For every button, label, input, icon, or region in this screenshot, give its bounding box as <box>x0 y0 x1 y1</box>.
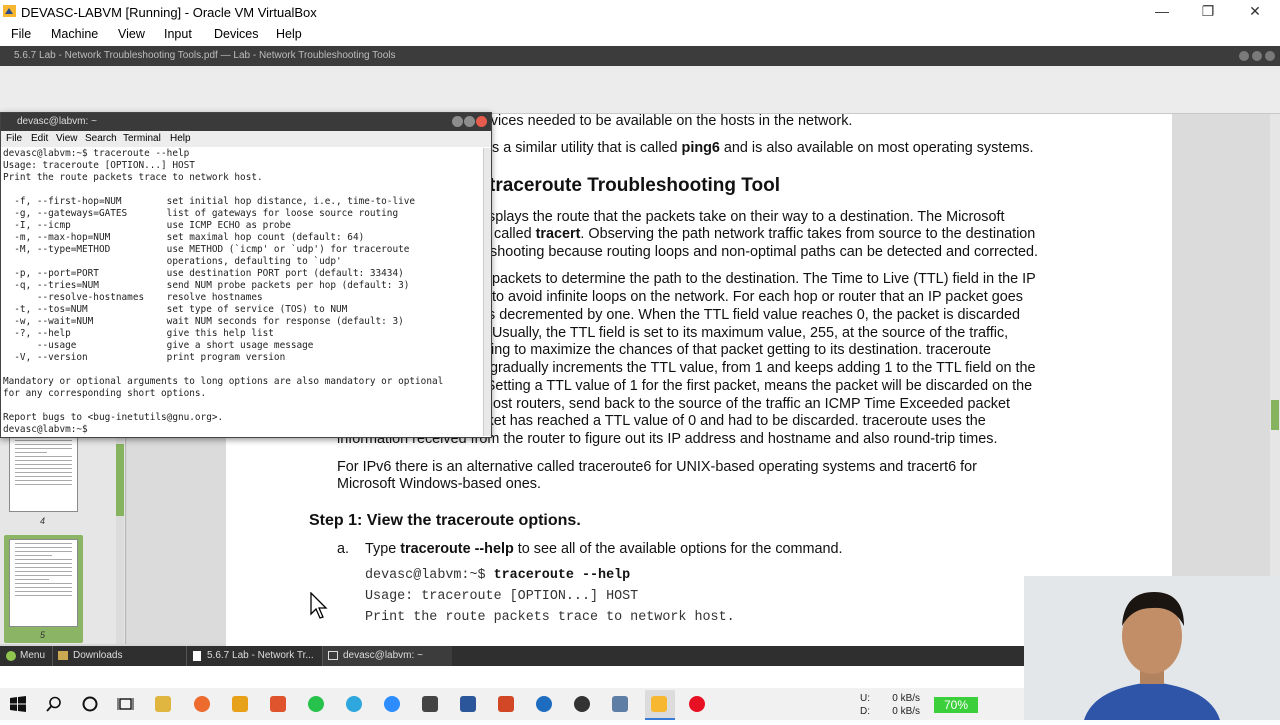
doc-line: to avoid infinite loops on the network. … <box>492 289 1023 305</box>
terminal-scrollbar[interactable] <box>483 148 491 436</box>
task-label: Downloads <box>73 650 123 661</box>
virtualbox-icon <box>3 5 16 17</box>
terminal-maximize-button[interactable] <box>464 116 475 127</box>
minimize-button[interactable]: — <box>1139 0 1185 24</box>
terminal-window[interactable]: devasc@labvm: ~ File Edit View Search Te… <box>0 112 492 438</box>
pdf-window-title: 5.6.7 Lab - Network Troubleshooting Tool… <box>14 50 396 61</box>
menu-view[interactable]: View <box>118 27 145 41</box>
zoom-icon[interactable] <box>384 696 400 712</box>
thumb-label-4: 4 <box>40 516 46 526</box>
battery-indicator[interactable]: 70% <box>934 697 978 713</box>
virtualbox-icon[interactable] <box>651 696 667 712</box>
network-speed-widget: U: 0 kB/s D: 0 kB/s <box>860 693 921 717</box>
task-downloads[interactable]: Downloads <box>52 646 182 666</box>
download-speed: 0 kB/s <box>892 706 921 717</box>
sublime-text-icon[interactable] <box>232 696 248 712</box>
media-player-icon[interactable] <box>574 696 590 712</box>
whatsapp-icon[interactable] <box>308 696 324 712</box>
menu-file[interactable]: File <box>11 27 31 41</box>
firefox-icon[interactable] <box>194 696 210 712</box>
pdf-close-button[interactable] <box>1265 51 1275 61</box>
presenter-webcam-image <box>1024 576 1280 720</box>
terminal-titlebar: devasc@labvm: ~ <box>1 113 491 131</box>
list-marker: a. <box>337 541 350 557</box>
terminal-menu-terminal[interactable]: Terminal <box>123 133 161 144</box>
task-label: devasc@labvm: ~ <box>343 650 423 661</box>
window-title: DEVASC-LABVM [Running] - Oracle VM Virtu… <box>21 5 317 20</box>
mouse-cursor-icon <box>310 592 328 619</box>
search-icon[interactable] <box>46 696 62 712</box>
doc-line: s decremented by one. When the TTL field… <box>488 307 1020 323</box>
pdf-minimize-button[interactable] <box>1239 51 1249 61</box>
terminal-menu-search[interactable]: Search <box>85 133 117 144</box>
mint-menu-button[interactable]: Menu <box>20 650 45 661</box>
thumb-label-5: 5 <box>40 630 46 640</box>
task-terminal[interactable]: devasc@labvm: ~ <box>322 646 452 666</box>
menu-devices[interactable]: Devices <box>214 27 258 41</box>
menu-machine[interactable]: Machine <box>51 27 98 41</box>
doc-line: Usually, the TTL field is set to its max… <box>492 325 1009 341</box>
powerpoint-icon[interactable] <box>498 696 514 712</box>
doc-line: ing to maximize the chances of that pack… <box>491 342 991 358</box>
virtualbox-titlebar: DEVASC-LABVM [Running] - Oracle VM Virtu… <box>0 0 1280 24</box>
code-line: Print the route packets trace to network… <box>365 610 735 625</box>
doc-line: Type traceroute --help to see all of the… <box>365 541 843 557</box>
terminal-minimize-button[interactable] <box>452 116 463 127</box>
doc-line: ts a similar utility that is called ping… <box>488 140 1034 156</box>
close-button[interactable]: ✕ <box>1232 0 1278 24</box>
virtualbox-menubar: File Machine View Input Devices Help <box>0 24 1280 46</box>
app-icon[interactable] <box>270 696 286 712</box>
restore-button[interactable]: ❐ <box>1185 0 1231 24</box>
terminal-output[interactable]: devasc@labvm:~$ traceroute --help Usage:… <box>3 148 443 436</box>
app-icon[interactable] <box>422 696 438 712</box>
code-line: Usage: traceroute [OPTION...] HOST <box>365 589 639 604</box>
document-icon <box>193 651 201 661</box>
terminal-menu-edit[interactable]: Edit <box>31 133 48 144</box>
windows-start-icon[interactable] <box>10 696 26 712</box>
task-pdf-viewer[interactable]: 5.6.7 Lab - Network Tr... <box>186 646 318 666</box>
terminal-menu-help[interactable]: Help <box>170 133 191 144</box>
doc-line: shooting because routing loops and non-o… <box>490 244 1039 260</box>
terminal-icon <box>328 651 338 660</box>
pdf-maximize-button[interactable] <box>1252 51 1262 61</box>
upload-speed: 0 kB/s <box>892 693 921 704</box>
pdf-viewer-titlebar: 5.6.7 Lab - Network Troubleshooting Tool… <box>0 46 1280 66</box>
menu-input[interactable]: Input <box>164 27 192 41</box>
terminal-close-button[interactable] <box>476 116 487 127</box>
document-scrollbar[interactable] <box>1270 114 1280 644</box>
terminal-menu-file[interactable]: File <box>6 133 22 144</box>
code-line: devasc@labvm:~$ traceroute --help <box>365 568 631 583</box>
edge-icon[interactable] <box>536 696 552 712</box>
doc-line: splays the route that the packets take o… <box>488 209 1005 225</box>
task-view-icon[interactable] <box>117 696 134 712</box>
terminal-menu-view[interactable]: View <box>56 133 78 144</box>
doc-line: rvices needed to be available on the hos… <box>486 113 853 129</box>
recording-icon[interactable] <box>689 696 705 712</box>
doc-line: gradually increments the TTL value, from… <box>490 360 1036 376</box>
network-app-icon[interactable] <box>612 696 628 712</box>
doc-line: For IPv6 there is an alternative called … <box>337 459 977 475</box>
cortana-icon[interactable] <box>82 696 98 712</box>
file-explorer-icon[interactable] <box>155 696 171 712</box>
doc-line: Microsoft Windows-based ones. <box>337 476 541 492</box>
webcam-overlay <box>1024 576 1280 720</box>
telegram-icon[interactable] <box>346 696 362 712</box>
pdf-toolbar <box>0 66 1280 114</box>
terminal-title: devasc@labvm: ~ <box>17 116 97 127</box>
step-heading: Step 1: View the traceroute options. <box>309 512 581 529</box>
section-heading: traceroute Troubleshooting Tool <box>489 175 780 196</box>
task-label: 5.6.7 Lab - Network Tr... <box>207 650 314 661</box>
word-icon[interactable] <box>460 696 476 712</box>
guest-screen: 5.6.7 Lab - Network Troubleshooting Tool… <box>0 46 1280 646</box>
menu-help[interactable]: Help <box>276 27 302 41</box>
page-thumbnail-5[interactable] <box>9 539 78 627</box>
doc-line: packets to determine the path to the des… <box>492 271 1036 287</box>
doc-line: called tracert. Observing the path netwo… <box>494 226 1036 242</box>
folder-icon <box>58 651 68 660</box>
mint-menu-icon <box>6 651 16 661</box>
terminal-menubar: File Edit View Search Terminal Help <box>1 131 491 147</box>
